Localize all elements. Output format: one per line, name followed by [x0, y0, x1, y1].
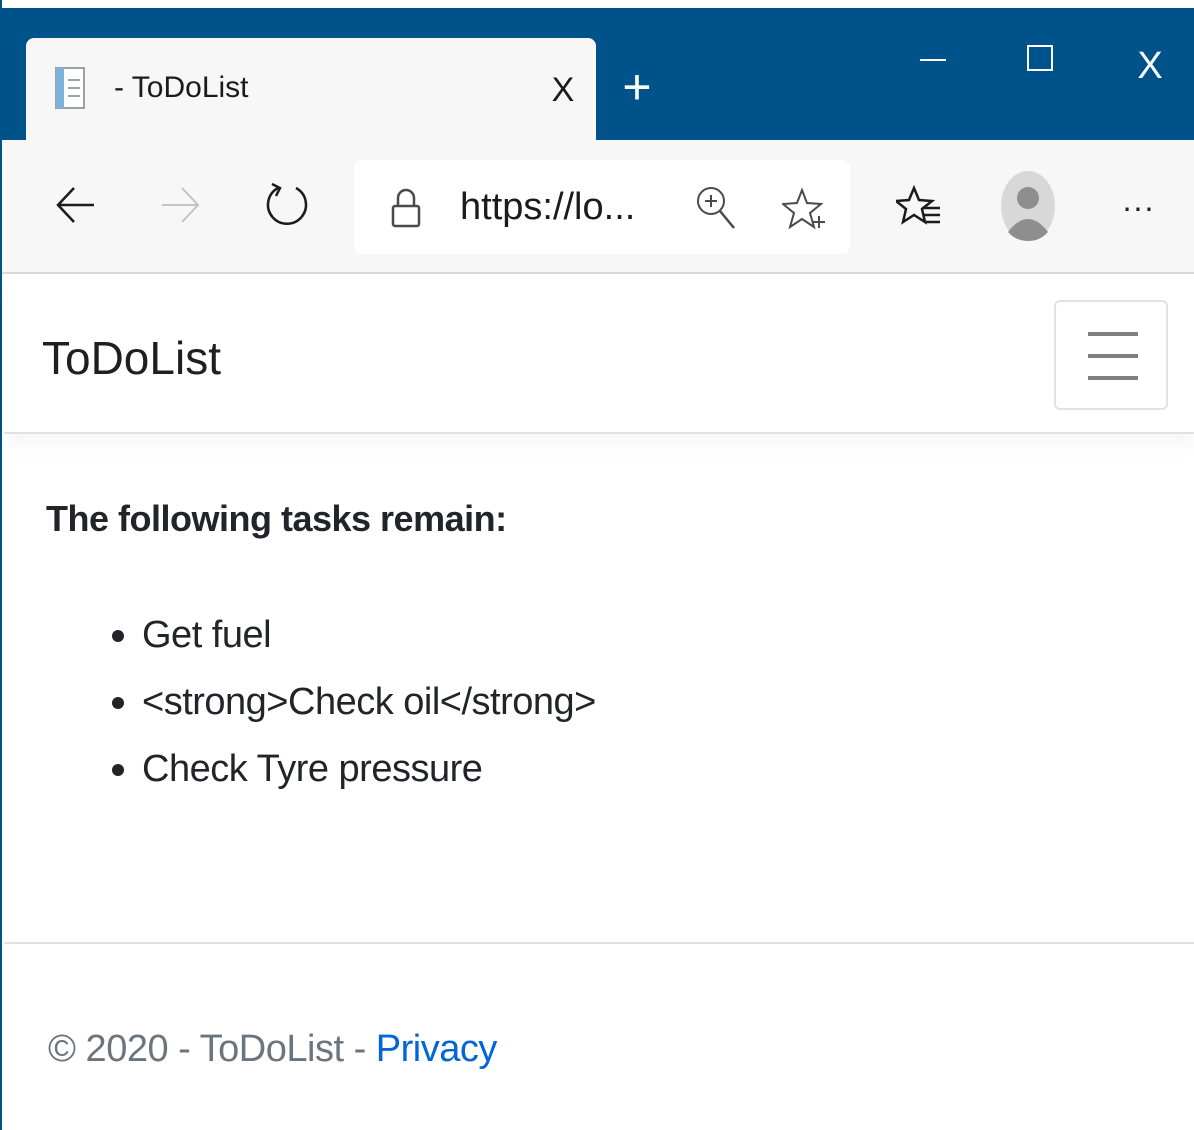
task-text: Get fuel [142, 614, 272, 656]
title-bar: - ToDoList X + X [2, 8, 1194, 140]
list-item: Check Tyre pressure [112, 736, 596, 803]
hamburger-menu-icon [1088, 330, 1138, 382]
forward-arrow-icon[interactable] [158, 182, 204, 228]
add-favorite-star-icon[interactable] [780, 186, 826, 232]
back-arrow-icon[interactable] [52, 182, 98, 228]
list-item: Get fuel [112, 602, 596, 669]
zoom-in-icon[interactable] [694, 184, 738, 232]
browser-window: - ToDoList X + X https://lo... ... ToDoL… [0, 0, 1194, 1130]
page-heading: The following tasks remain: [46, 498, 507, 539]
list-item: <strong>Check oil</strong> [112, 669, 596, 736]
site-navbar: ToDoList [4, 274, 1194, 434]
navbar-toggle-button[interactable] [1054, 300, 1168, 410]
copyright-text: © 2020 - ToDoList - [48, 1028, 376, 1070]
tab-title: - ToDoList [114, 71, 249, 104]
favorites-icon[interactable] [892, 184, 944, 232]
refresh-icon[interactable] [264, 180, 310, 230]
brand-link[interactable]: ToDoList [42, 330, 221, 386]
profile-avatar-icon[interactable] [1000, 170, 1056, 242]
tab-close-button[interactable]: X [546, 70, 580, 110]
bullet-icon [112, 697, 124, 709]
bullet-icon [112, 764, 124, 776]
browser-tab[interactable]: - ToDoList X [26, 38, 596, 140]
window-close-button[interactable]: X [1120, 38, 1180, 94]
task-text: <strong>Check oil</strong> [142, 681, 596, 723]
page-favicon-icon [54, 66, 88, 112]
bullet-icon [112, 630, 124, 642]
address-bar[interactable]: https://lo... [354, 160, 850, 254]
minimize-icon[interactable] [902, 38, 962, 94]
lock-icon[interactable] [390, 186, 422, 230]
task-list: Get fuel <strong>Check oil</strong> Chec… [4, 602, 596, 803]
new-tab-button[interactable]: + [614, 62, 660, 112]
maximize-icon[interactable] [1010, 38, 1070, 94]
browser-toolbar: https://lo... ... [2, 140, 1194, 274]
site-footer: © 2020 - ToDoList - Privacy [4, 942, 1194, 1130]
task-text: Check Tyre pressure [142, 748, 483, 790]
privacy-link[interactable]: Privacy [376, 1028, 498, 1070]
footer-text: © 2020 - ToDoList - Privacy [48, 1024, 497, 1074]
more-options-button[interactable]: ... [1114, 180, 1164, 220]
url-text[interactable]: https://lo... [460, 184, 635, 230]
